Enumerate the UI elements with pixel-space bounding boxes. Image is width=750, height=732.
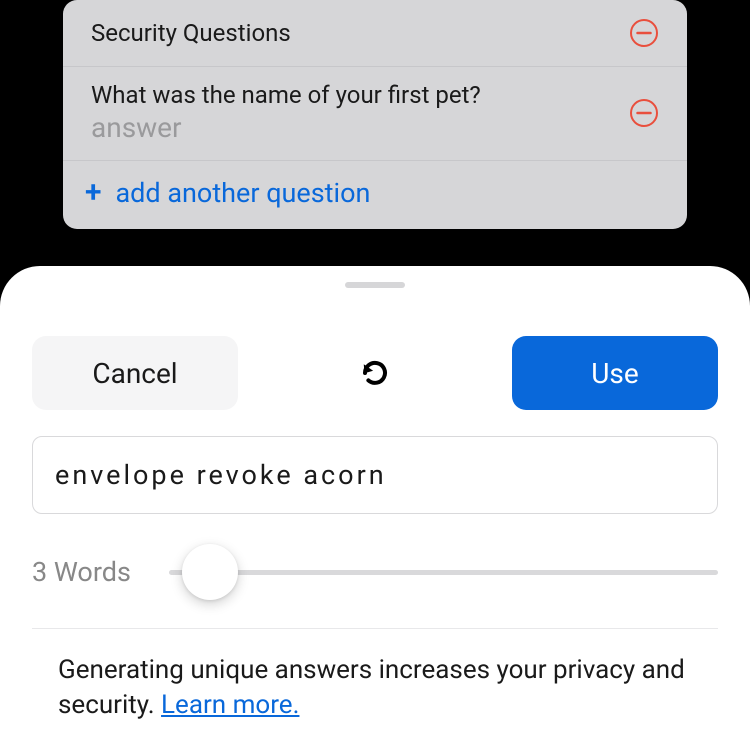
cancel-button[interactable]: Cancel: [32, 336, 238, 410]
slider-thumb[interactable]: [182, 544, 238, 600]
question-text: What was the name of your first pet?: [91, 81, 481, 109]
info-text: Generating unique answers increases your…: [32, 653, 718, 723]
generator-sheet: Cancel Use envelope revoke acorn 3 Words…: [0, 266, 750, 732]
section-title: Security Questions: [91, 19, 291, 47]
remove-question-icon[interactable]: [629, 98, 659, 128]
add-question-button[interactable]: + add another question: [63, 161, 687, 229]
use-button[interactable]: Use: [512, 336, 718, 410]
info-body: Generating unique answers increases your…: [58, 655, 685, 720]
answer-field[interactable]: answer: [91, 111, 481, 144]
word-count-slider[interactable]: [169, 544, 718, 600]
button-row: Cancel Use: [32, 336, 718, 410]
word-count-label: 3 Words: [32, 556, 131, 588]
word-count-row: 3 Words: [32, 544, 718, 629]
refresh-button[interactable]: [355, 353, 395, 393]
plus-icon: +: [85, 178, 102, 208]
add-question-label: add another question: [116, 177, 371, 209]
section-header: Security Questions: [63, 0, 687, 67]
slider-track: [169, 570, 718, 575]
question-content: What was the name of your first pet? ans…: [91, 81, 481, 144]
remove-section-icon[interactable]: [629, 18, 659, 48]
question-row: What was the name of your first pet? ans…: [63, 67, 687, 161]
security-questions-card: Security Questions What was the name of …: [63, 0, 687, 229]
learn-more-link[interactable]: Learn more.: [161, 690, 299, 720]
generated-answer-field[interactable]: envelope revoke acorn: [32, 436, 718, 514]
sheet-grabber[interactable]: [345, 282, 405, 288]
